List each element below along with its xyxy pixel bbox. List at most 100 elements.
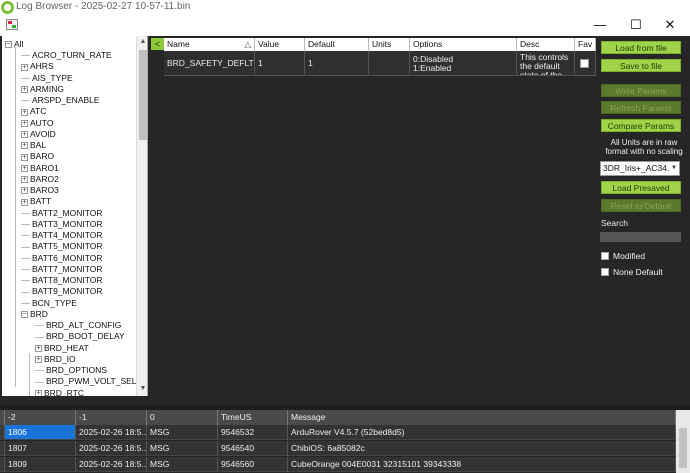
tree-item[interactable]: AIS_TYPE: [21, 73, 73, 84]
tree-item[interactable]: BATT8_MONITOR: [21, 275, 103, 286]
tree-item[interactable]: + ATC: [21, 106, 46, 117]
none-default-checkbox[interactable]: [601, 268, 609, 276]
log-cell[interactable]: MSG: [147, 457, 218, 472]
reset-to-default-button[interactable]: Reset to Default: [601, 199, 681, 212]
tree-item[interactable]: ARSPD_ENABLE: [21, 95, 100, 106]
tree-item[interactable]: BATT5_MONITOR: [21, 241, 103, 252]
tree-item[interactable]: BRD_PWM_VOLT_SEL: [35, 376, 137, 387]
expand-icon[interactable]: +: [35, 389, 42, 396]
log-col-header[interactable]: -2: [5, 410, 76, 425]
scroll-up-icon[interactable]: ▲: [138, 36, 147, 48]
log-col-header[interactable]: 0: [147, 410, 218, 425]
tree-item[interactable]: BATT3_MONITOR: [21, 219, 103, 230]
log-col-header[interactable]: -1: [76, 410, 147, 425]
tree-item[interactable]: BATT2_MONITOR: [21, 208, 103, 219]
log-col-header[interactable]: TimeUS: [218, 410, 288, 425]
tree-item[interactable]: + AHRS: [21, 61, 54, 72]
expand-icon[interactable]: +: [21, 86, 28, 93]
tree-item[interactable]: + BATT: [21, 196, 51, 207]
log-cell[interactable]: 9546540: [218, 441, 288, 456]
collapse-icon[interactable]: −: [21, 311, 28, 318]
expand-icon[interactable]: +: [35, 344, 42, 352]
tree-item[interactable]: + BRD_RTC: [35, 388, 84, 396]
tree-item[interactable]: + BARO: [21, 151, 54, 162]
expand-icon[interactable]: +: [21, 164, 28, 172]
save-to-file-button[interactable]: Save to file: [601, 59, 681, 72]
log-cell[interactable]: 2025-02-26 18:5...: [76, 441, 147, 456]
maximize-button[interactable]: ☐: [621, 15, 651, 35]
log-cell[interactable]: MSG: [147, 441, 218, 456]
col-header-name[interactable]: Name △: [164, 38, 255, 51]
collapse-icon[interactable]: −: [5, 41, 12, 49]
tree-item[interactable]: BRD_OPTIONS: [35, 365, 107, 376]
refresh-params-button[interactable]: Refresh Params: [601, 101, 681, 114]
tree-item[interactable]: + ARMING: [21, 84, 64, 95]
expand-icon[interactable]: +: [21, 176, 28, 183]
log-cell[interactable]: 1807: [5, 441, 76, 456]
param-name-cell[interactable]: BRD_SAFETY_DEFLT: [164, 51, 255, 76]
close-button[interactable]: ✕: [655, 15, 685, 35]
col-header-units[interactable]: Units: [369, 38, 410, 51]
tree-item[interactable]: BRD_ALT_CONFIG: [35, 320, 121, 331]
tree-item[interactable]: BATT9_MONITOR: [21, 286, 103, 297]
tree-item[interactable]: + BARO2: [21, 174, 59, 185]
expand-icon[interactable]: +: [21, 131, 28, 138]
collapse-tree-button[interactable]: <: [151, 38, 164, 50]
scroll-down-icon[interactable]: ▼: [138, 383, 147, 395]
tree-item[interactable]: − BRD: [21, 309, 48, 320]
fav-checkbox[interactable]: [580, 59, 589, 68]
tree-item[interactable]: + BAL: [21, 140, 46, 151]
param-tree[interactable]: − All ACRO_TURN_RATE + AHRS AIS_TYPE + ARMING A…: [2, 36, 148, 396]
expand-icon[interactable]: +: [21, 119, 28, 127]
log-cell[interactable]: ArduRover V4.5.7 (52bed8d5): [288, 425, 676, 440]
chevron-down-icon[interactable]: ▼: [669, 162, 679, 175]
expand-icon[interactable]: +: [21, 142, 28, 150]
modified-checkbox[interactable]: [601, 252, 609, 260]
col-header-default[interactable]: Default: [305, 38, 369, 51]
tree-item[interactable]: + AUTO: [21, 118, 53, 129]
log-cell[interactable]: 1806: [5, 425, 76, 440]
log-cell[interactable]: MSG: [147, 425, 218, 440]
load-presaved-button[interactable]: Load Presaved: [601, 181, 681, 194]
param-value-cell[interactable]: 1: [255, 51, 305, 76]
expand-icon[interactable]: +: [21, 198, 28, 206]
log-cell[interactable]: 9546560: [218, 457, 288, 472]
log-cell[interactable]: 1809: [5, 457, 76, 472]
log-col-header[interactable]: Message: [288, 410, 676, 425]
tree-item[interactable]: BRD_BOOT_DELAY: [35, 331, 125, 342]
log-scrollbar[interactable]: [676, 410, 690, 473]
tree-item[interactable]: BATT7_MONITOR: [21, 264, 103, 275]
tree-item[interactable]: BATT6_MONITOR: [21, 253, 103, 264]
tree-item[interactable]: BATT4_MONITOR: [21, 230, 103, 241]
expand-icon[interactable]: +: [21, 153, 28, 161]
expand-icon[interactable]: +: [21, 108, 28, 116]
tree-item[interactable]: ACRO_TURN_RATE: [21, 50, 112, 61]
col-header-options[interactable]: Options: [410, 38, 517, 51]
log-cell[interactable]: ChibiOS: 6a85082c: [288, 441, 676, 456]
tree-item[interactable]: + BARO1: [21, 163, 59, 174]
log-cell[interactable]: 2025-02-26 18:5...: [76, 425, 147, 440]
load-from-file-button[interactable]: Load from file: [601, 41, 681, 54]
scroll-thumb[interactable]: [139, 50, 147, 140]
col-header-value[interactable]: Value: [255, 38, 305, 51]
tree-item[interactable]: + BARO3: [21, 185, 59, 196]
expand-icon[interactable]: +: [21, 187, 28, 195]
preset-select[interactable]: 3DR_Iris+_AC34.pa ▼: [600, 161, 680, 176]
log-cell[interactable]: 9546532: [218, 425, 288, 440]
expand-icon[interactable]: +: [35, 356, 42, 363]
minimize-button[interactable]: —: [585, 15, 615, 35]
tree-item[interactable]: + BRD_HEAT: [35, 343, 89, 354]
tree-item[interactable]: BCN_TYPE: [21, 298, 77, 309]
compare-params-button[interactable]: Compare Params: [601, 119, 681, 132]
log-scroll-thumb[interactable]: [679, 428, 687, 468]
log-cell[interactable]: CubeOrange 004E0031 32315101 39343338: [288, 457, 676, 472]
write-params-button[interactable]: Write Params: [601, 84, 681, 97]
tree-item[interactable]: + AVOID: [21, 129, 56, 140]
col-header-desc[interactable]: Desc: [517, 38, 575, 51]
tree-scrollbar[interactable]: ▲ ▼: [136, 36, 147, 396]
expand-icon[interactable]: +: [21, 63, 28, 71]
log-cell[interactable]: 2025-02-26 18:5...: [76, 457, 147, 472]
col-header-fav[interactable]: Fav: [575, 38, 596, 51]
tree-item[interactable]: + BRD_IO: [35, 354, 76, 365]
window-menu-icon[interactable]: [6, 19, 18, 30]
